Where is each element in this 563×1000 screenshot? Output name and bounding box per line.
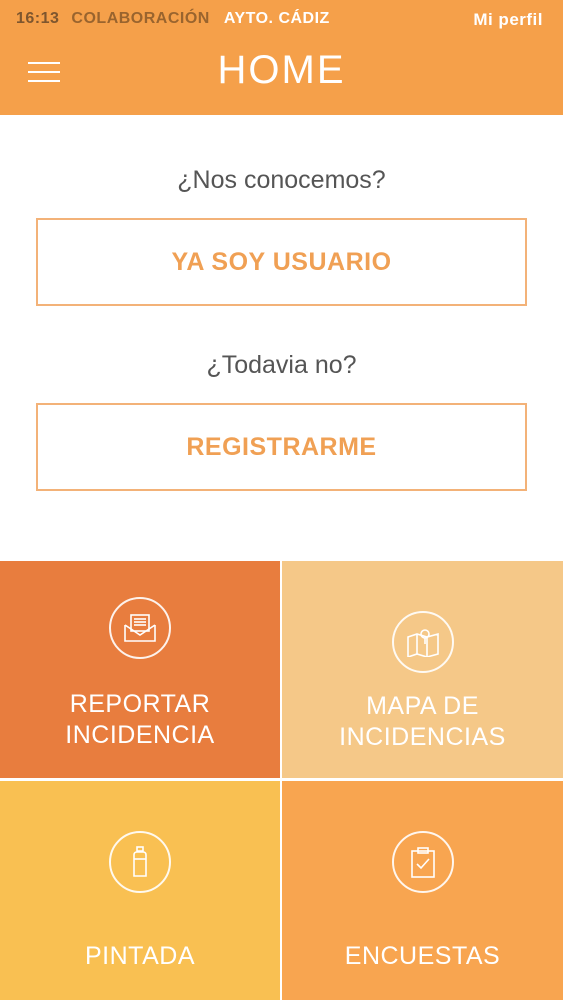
profile-link[interactable]: Mi perfil (473, 10, 543, 30)
question-existing-user: ¿Nos conocemos? (177, 166, 386, 194)
question-new-user: ¿Todavia no? (206, 351, 357, 379)
report-incident-tile[interactable]: REPORTAR INCIDENCIA (0, 561, 280, 778)
status-carrier: COLABORACIÓN (71, 10, 210, 27)
app-header: 16:13 COLABORACIÓN AYTO. CÁDIZ Mi perfil… (0, 0, 563, 115)
map-pin-icon (391, 611, 454, 673)
login-button[interactable]: YA SOY USUARIO (36, 218, 527, 306)
graffiti-tile[interactable]: PINTADA (0, 781, 280, 1000)
report-tile-label-2: INCIDENCIA (65, 721, 215, 749)
status-time: 16:13 (16, 10, 60, 27)
status-org: AYTO. CÁDIZ (223, 10, 330, 27)
envelope-document-icon (109, 597, 171, 659)
map-tile-label-1: MAPA DE (366, 692, 479, 720)
report-tile-label-1: REPORTAR (69, 690, 211, 718)
status-bar: 16:13 COLABORACIÓN AYTO. CÁDIZ (16, 10, 330, 28)
page-title: HOME (217, 48, 346, 92)
surveys-tile[interactable]: ENCUESTAS (282, 781, 563, 1000)
surveys-tile-label: ENCUESTAS (344, 942, 501, 970)
clipboard-check-icon (391, 831, 454, 893)
spray-can-icon (109, 831, 171, 893)
graffiti-tile-label: PINTADA (85, 942, 195, 970)
map-tile-label-2: INCIDENCIAS (339, 723, 506, 751)
register-button[interactable]: REGISTRARME (36, 403, 527, 491)
incident-map-tile[interactable]: MAPA DE INCIDENCIAS (282, 561, 563, 778)
